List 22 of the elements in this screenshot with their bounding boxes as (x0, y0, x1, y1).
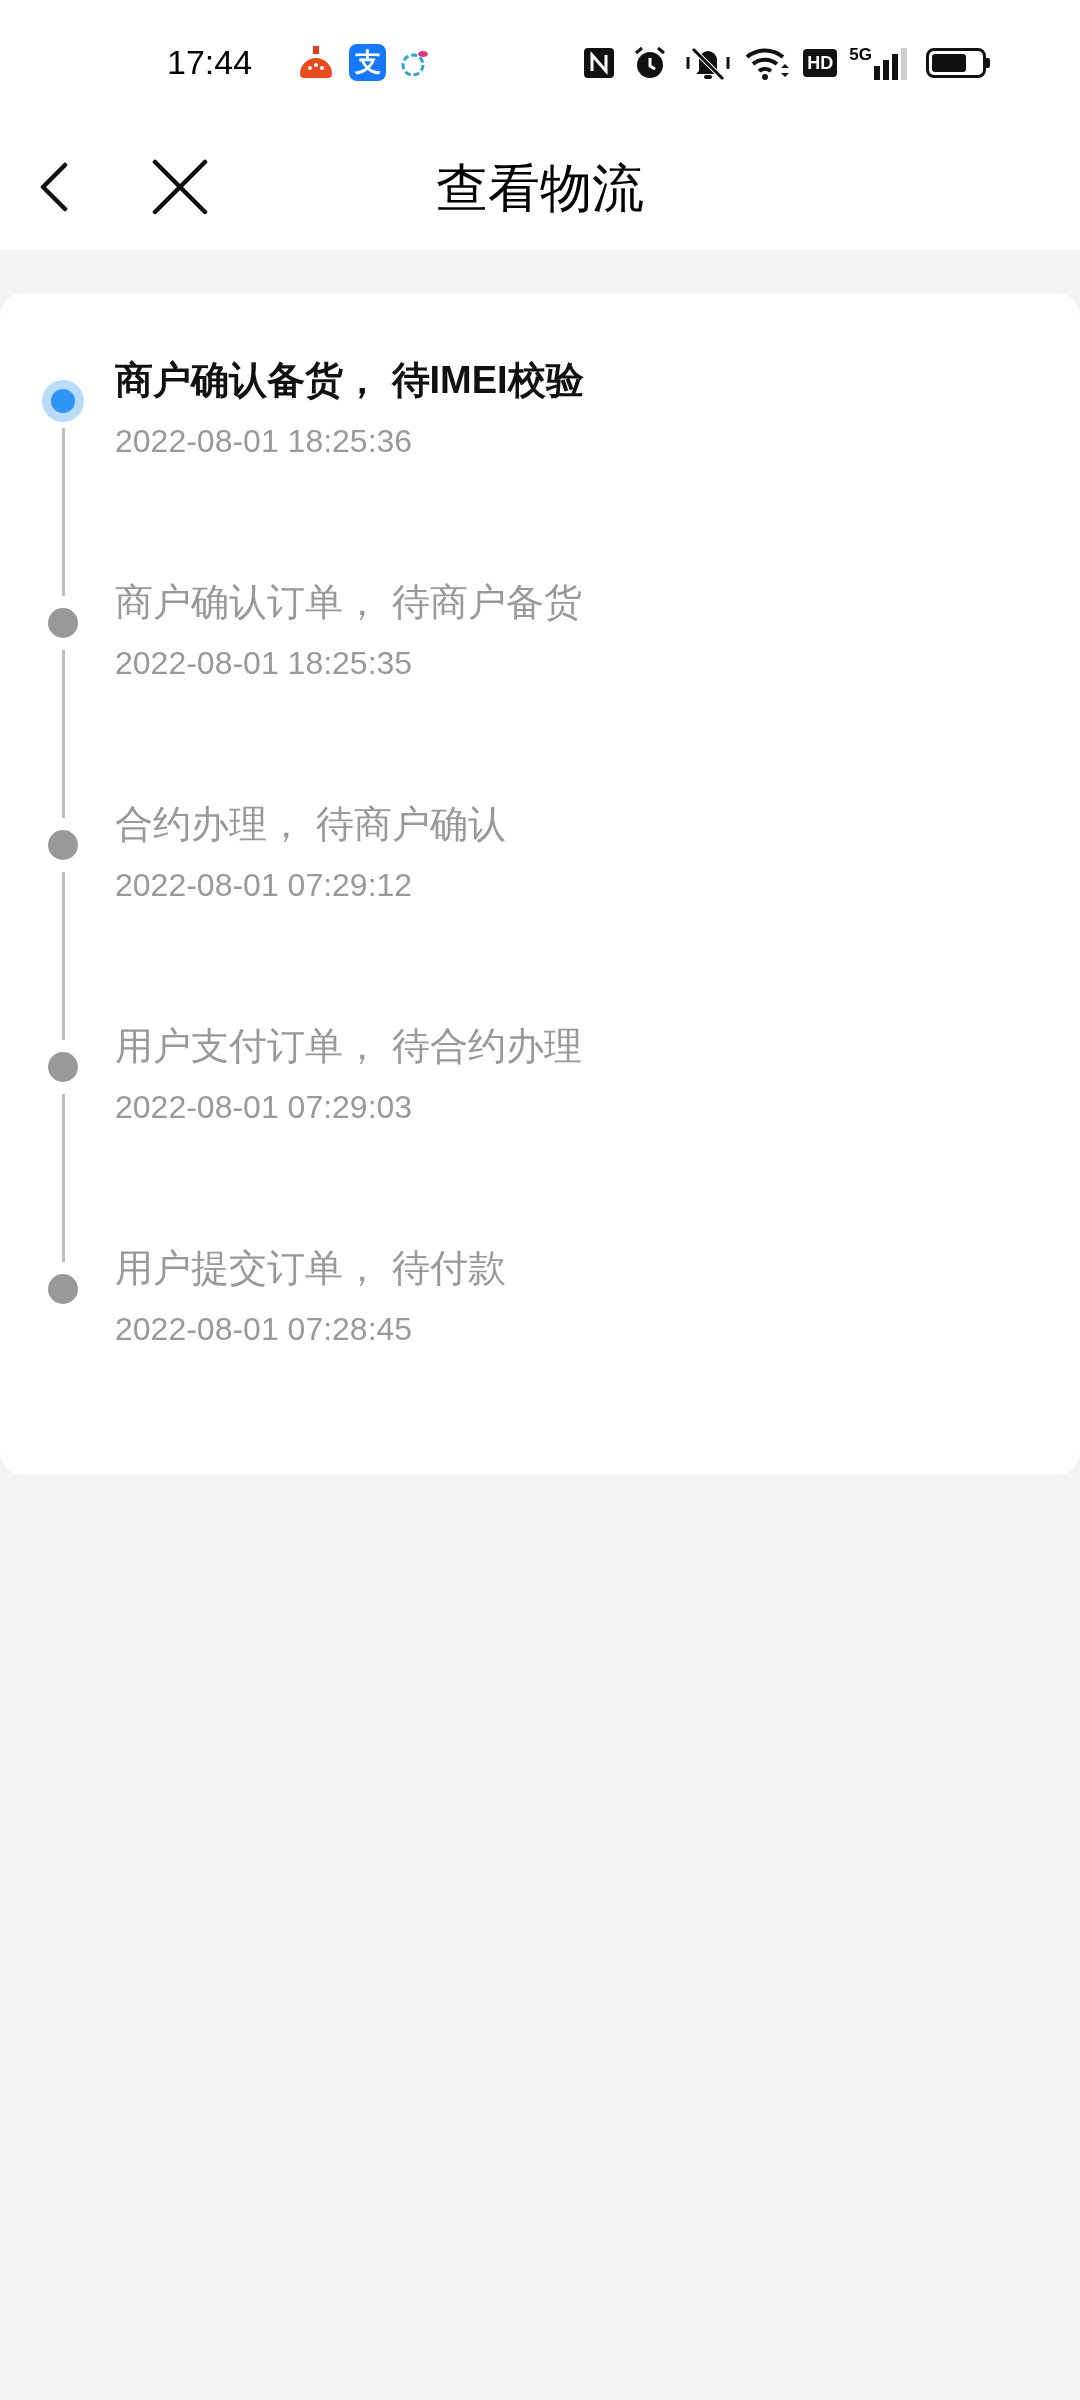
nfc-icon (583, 46, 616, 79)
status-time: 2022-08-01 07:28:45 (115, 1310, 414, 1349)
back-icon (39, 162, 69, 212)
wifi-icon (745, 45, 790, 80)
signal-icon (874, 45, 908, 80)
status-title: 用户提交订单， 待付款 (115, 1246, 506, 1291)
status-time: 2022-08-01 07:29:03 (115, 1088, 414, 1127)
status-title: 商户确认备货， 待IMEI校验 (115, 358, 584, 403)
hd-indicator: HD (803, 48, 838, 77)
alarm-icon (633, 45, 668, 80)
battery-icon (926, 47, 990, 78)
close-icon (152, 159, 208, 215)
page-title: 查看物流 (436, 157, 644, 219)
status-title: 商户确认订单， 待商户备货 (115, 580, 582, 625)
status-time: 2022-08-01 18:25:35 (115, 644, 414, 683)
status-time: 2022-08-01 18:25:36 (115, 422, 414, 461)
network-type: 5G (849, 45, 872, 63)
status-title: 用户支付订单， 待合约办理 (115, 1024, 582, 1069)
status-time: 17:44 (167, 42, 253, 83)
alipay-icon: 支 (349, 44, 387, 81)
status-title: 合约办理， 待商户确认 (115, 802, 506, 847)
status-time: 2022-08-01 07:29:12 (115, 866, 414, 905)
